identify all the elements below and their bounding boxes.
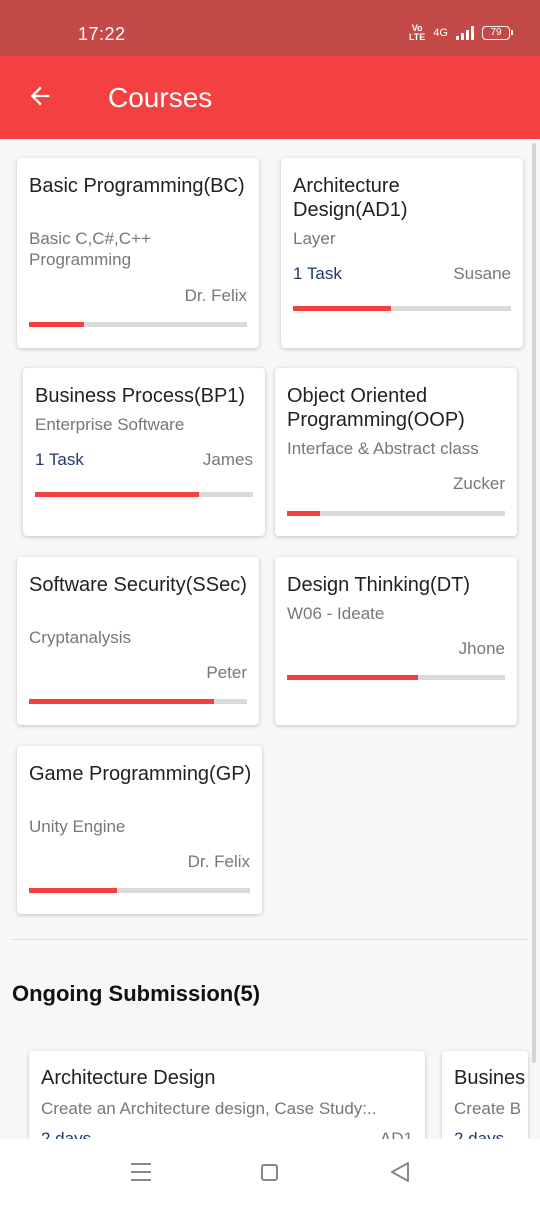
progress-fill: [29, 888, 118, 893]
course-title: Business Process(BP1): [35, 385, 246, 407]
status-bar: 17:22 Vo LTE 4G 79: [0, 0, 540, 56]
progress-fill: [287, 511, 320, 516]
back-button[interactable]: [26, 82, 58, 114]
progress-fill: [29, 322, 84, 327]
app-bar: Courses: [0, 56, 540, 139]
submission-description: Create an Architecture design, Case Stud…: [41, 1099, 377, 1118]
submission-description: Create B: [454, 1099, 522, 1118]
submission-days-left: 2 days: [41, 1129, 92, 1139]
course-title: Software Security(SSec): [29, 574, 247, 596]
progress-fill: [287, 675, 418, 680]
course-teacher: Peter: [206, 663, 247, 682]
menu-icon[interactable]: [131, 1163, 151, 1187]
arrow-left-icon: [30, 86, 50, 106]
course-subtitle: Enterprise Software: [35, 415, 185, 434]
progress-bar: [287, 675, 505, 680]
progress-fill: [293, 306, 392, 311]
course-task-count: 1 Task: [293, 264, 342, 283]
course-teacher: Dr. Felix: [184, 286, 247, 305]
course-card-bc[interactable]: Basic Programming(BC) Basic C,C#,C++ Pro…: [17, 158, 259, 348]
signal-icon: [456, 26, 474, 40]
submission-card[interactable]: Busines Create B 2 days: [442, 1051, 528, 1139]
scrollbar[interactable]: [532, 143, 536, 1063]
submission-days-left: 2 days: [454, 1129, 505, 1139]
progress-bar: [287, 511, 505, 516]
course-teacher: Zucker: [453, 474, 505, 493]
progress-fill: [29, 699, 215, 704]
course-subtitle: Interface & Abstract class: [287, 439, 479, 458]
section-divider: [12, 939, 528, 940]
course-card-ssec[interactable]: Software Security(SSec) Cryptanalysis Pe…: [17, 557, 259, 725]
ongoing-submission-title: Ongoing Submission(5): [12, 981, 261, 1006]
progress-bar: [29, 322, 247, 327]
submission-card[interactable]: Architecture Design Create an Architectu…: [29, 1051, 425, 1139]
submission-title: Architecture Design: [41, 1067, 216, 1089]
course-title: Architecture Design(AD1): [293, 175, 408, 221]
course-card-ad1[interactable]: Architecture Design(AD1) Layer 1 Task Su…: [281, 158, 523, 348]
progress-bar: [35, 492, 253, 497]
course-subtitle: Unity Engine: [29, 817, 126, 836]
submission-title: Busines: [454, 1067, 526, 1089]
course-card-gp[interactable]: Game Programming(GP) Unity Engine Dr. Fe…: [17, 746, 262, 914]
back-triangle-icon[interactable]: [390, 1161, 410, 1188]
course-teacher: Susane: [453, 264, 511, 283]
home-square-icon[interactable]: [261, 1164, 278, 1181]
courses-content[interactable]: Basic Programming(BC) Basic C,C#,C++ Pro…: [0, 139, 540, 1139]
course-subtitle: W06 - Ideate: [287, 604, 385, 623]
course-title: Design Thinking(DT): [287, 574, 471, 596]
course-title: Game Programming(GP): [29, 763, 252, 785]
progress-bar: [29, 699, 247, 704]
battery-icon: 79: [482, 26, 513, 40]
page-title: Courses: [108, 82, 213, 113]
system-nav-bar: [0, 1139, 540, 1206]
course-teacher: James: [202, 450, 253, 469]
course-subtitle: Layer: [293, 229, 336, 248]
submission-course-code: AD1: [379, 1129, 413, 1139]
progress-bar: [29, 888, 250, 893]
course-card-bp1[interactable]: Business Process(BP1) Enterprise Softwar…: [23, 368, 265, 536]
status-icons: Vo LTE 4G 79: [408, 23, 513, 42]
course-title: Object Oriented Programming(OOP): [287, 385, 465, 431]
course-teacher: Dr. Felix: [187, 852, 250, 871]
progress-bar: [293, 306, 511, 311]
network-label: 4G: [433, 27, 448, 39]
course-title: Basic Programming(BC): [29, 175, 245, 197]
course-teacher: Jhone: [458, 639, 505, 658]
battery-level: 79: [490, 27, 502, 38]
course-subtitle: Basic C,C#,C++ Programming: [29, 229, 151, 269]
course-subtitle: Cryptanalysis: [29, 628, 132, 647]
progress-fill: [35, 492, 199, 497]
course-card-dt[interactable]: Design Thinking(DT) W06 - Ideate Jhone: [275, 557, 517, 725]
status-time: 17:22: [78, 24, 126, 44]
volte-icon: Vo LTE: [408, 23, 426, 42]
course-card-oop[interactable]: Object Oriented Programming(OOP) Interfa…: [275, 368, 517, 536]
course-task-count: 1 Task: [35, 450, 84, 469]
